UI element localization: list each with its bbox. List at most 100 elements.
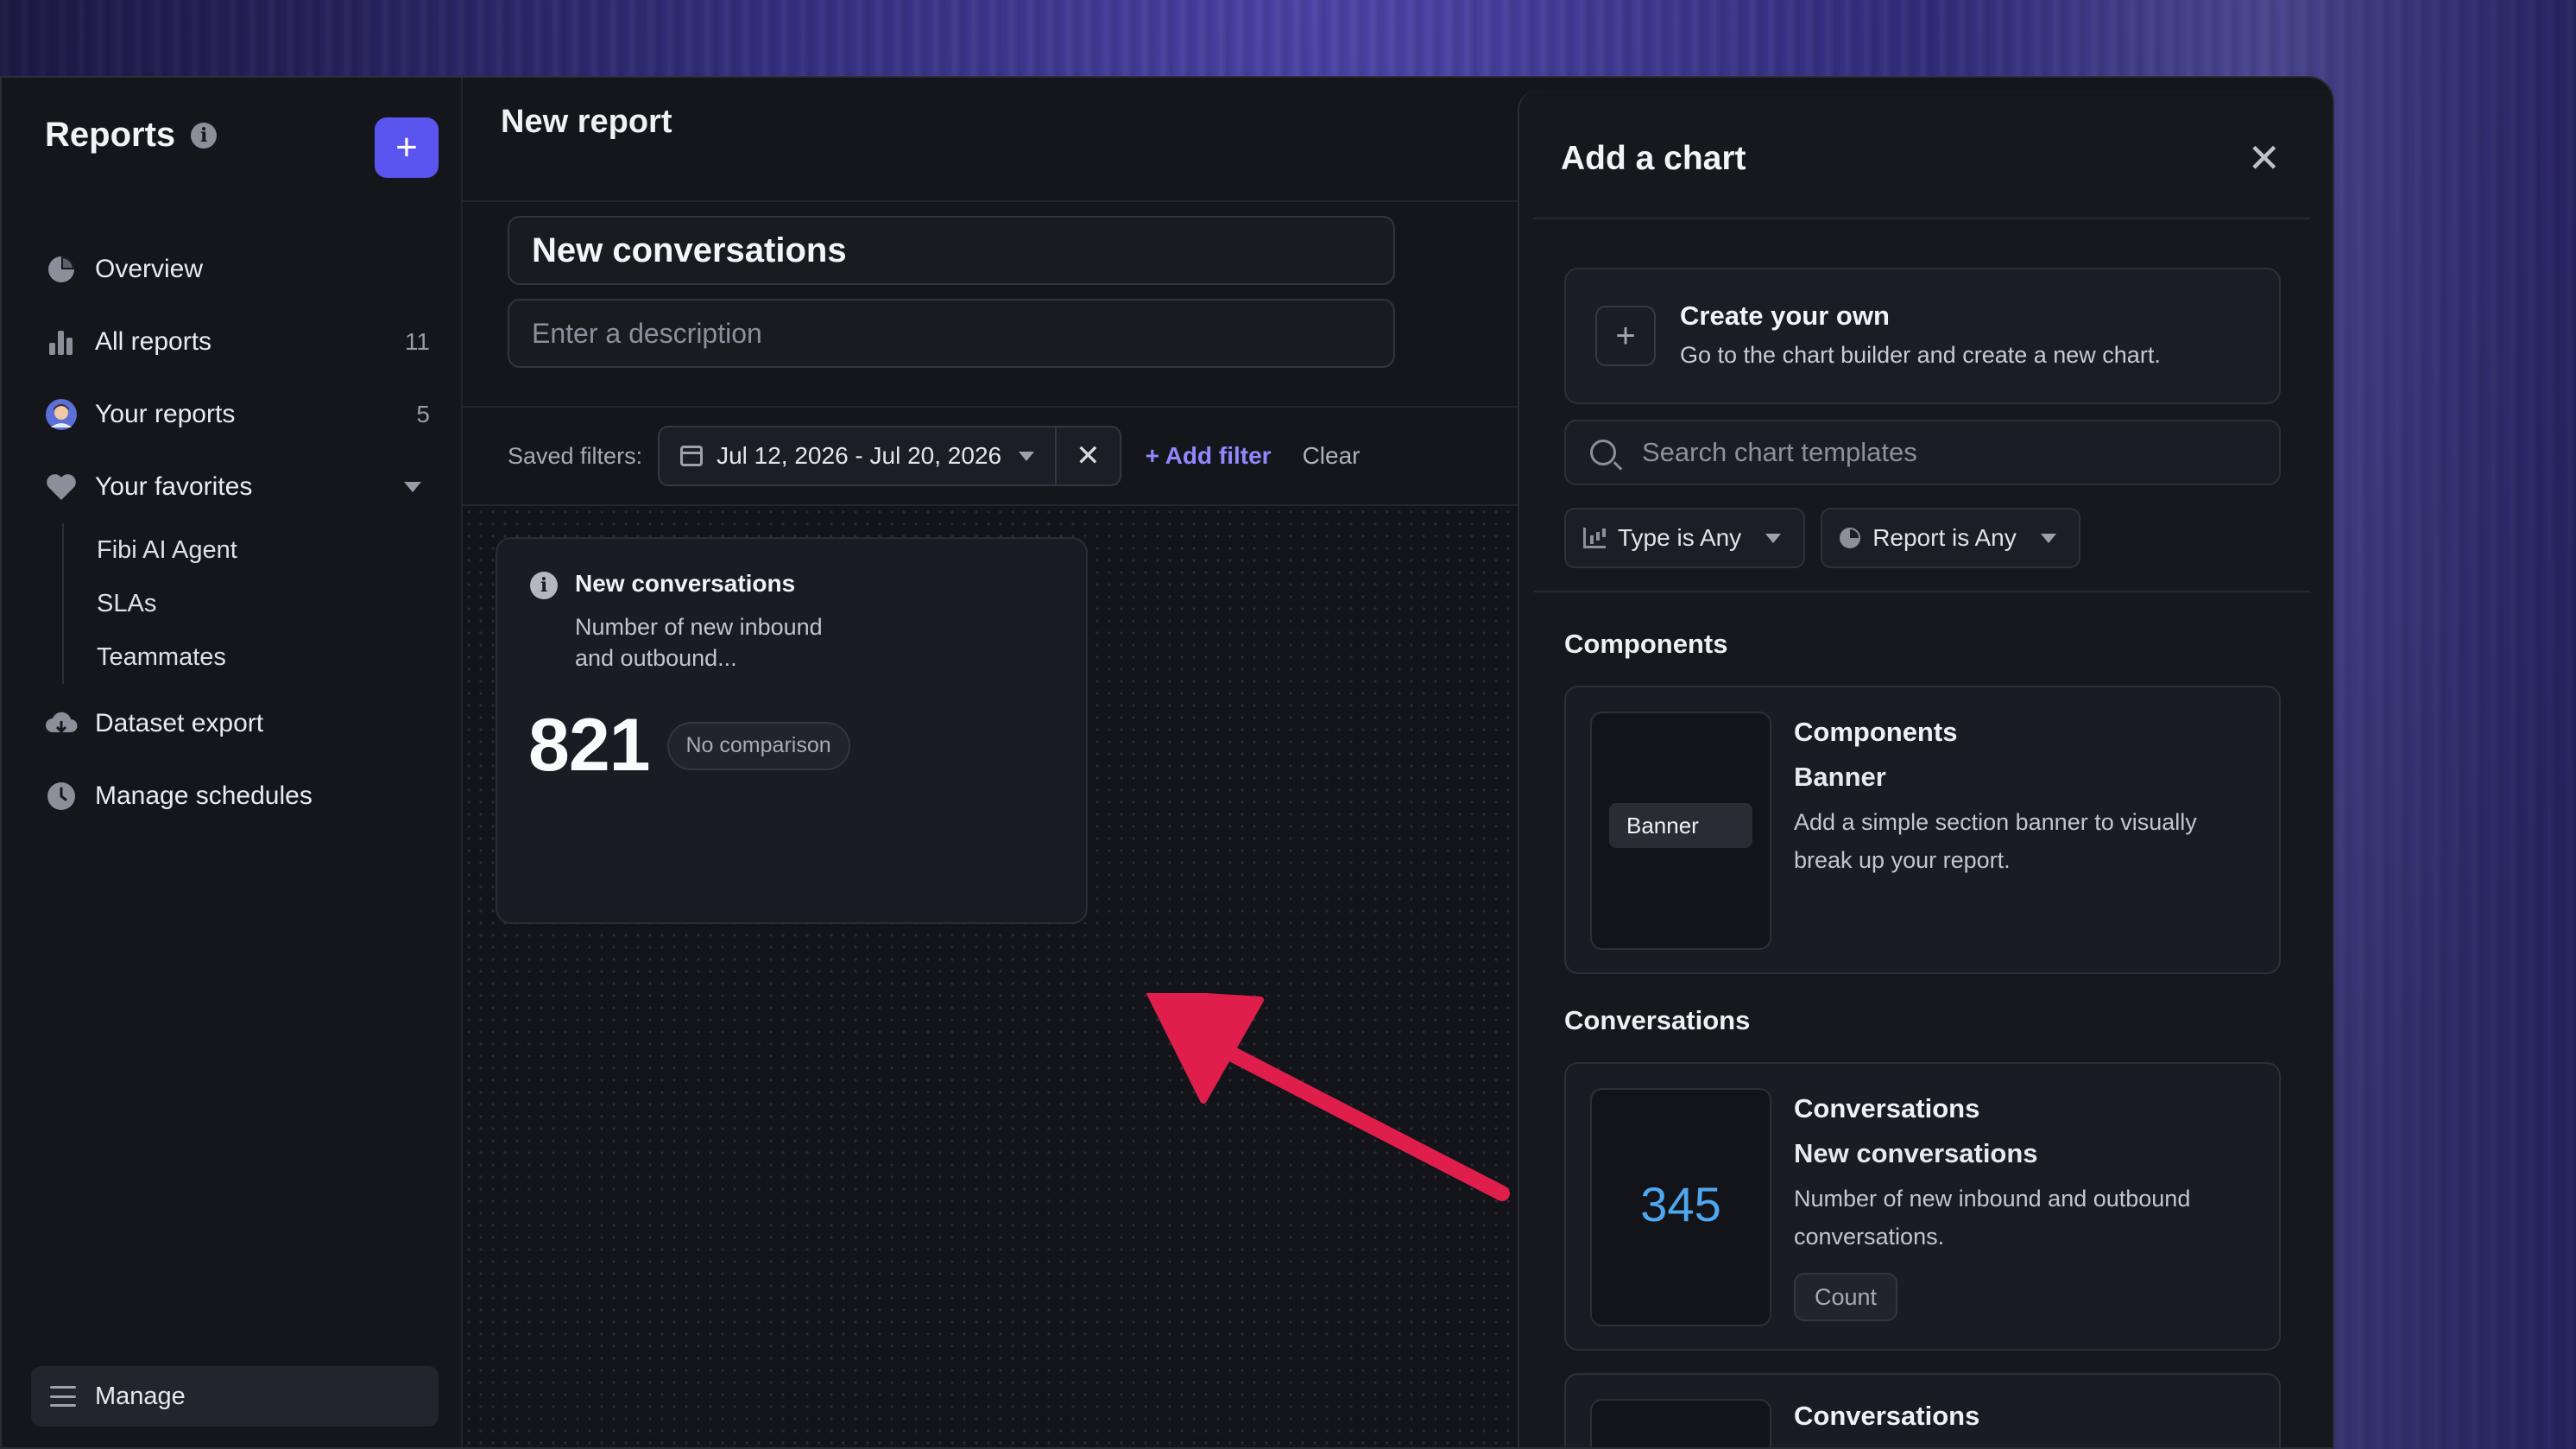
add-chart-panel: Add a chart ✕ + Create your own Go to th…: [1518, 90, 2333, 1447]
card-header: i New conversations Number of new inboun…: [530, 570, 860, 674]
template-description: Number of new inbound and outbound conve…: [1794, 1186, 2191, 1250]
section-title-conversations: Conversations: [1564, 1005, 1751, 1035]
sidebar-item-label: Overview: [95, 255, 204, 283]
date-range-picker[interactable]: Jul 12, 2026 - Jul 20, 2026: [660, 427, 1055, 484]
template-thumbnail: Banner: [1590, 712, 1771, 950]
template-category: Components: [1794, 717, 1958, 747]
report-count: 11: [404, 328, 430, 355]
sidebar-header: Reports i: [45, 116, 218, 155]
report-filter-dropdown[interactable]: Report is Any: [1821, 508, 2080, 568]
sidebar-item-dataset-export[interactable]: Dataset export: [45, 687, 430, 760]
search-icon: [1590, 440, 1616, 465]
search-placeholder: Search chart templates: [1642, 437, 1917, 467]
close-icon: ✕: [1076, 440, 1101, 472]
chevron-down-icon[interactable]: [404, 482, 421, 492]
info-icon[interactable]: i: [530, 572, 558, 599]
template-category: Conversations: [1794, 1401, 1980, 1431]
divider: [1533, 591, 2310, 592]
chevron-down-icon: [2040, 533, 2056, 543]
page-title: New report: [501, 103, 672, 140]
card-title: New conversations: [575, 570, 796, 597]
manage-button[interactable]: Manage: [31, 1366, 439, 1427]
template-name: Banner: [1794, 762, 1886, 792]
sidebar: Reports i + Overview All reports 11 Your…: [2, 78, 463, 1447]
report-canvas: i New conversations Number of new inboun…: [463, 506, 1518, 1447]
sidebar-item-label: Your favorites: [95, 472, 253, 501]
template-filters: Type is Any Report is Any: [1564, 508, 2080, 568]
add-filter-button[interactable]: + Add filter: [1146, 442, 1272, 470]
favorite-item[interactable]: Fibi AI Agent: [97, 523, 430, 577]
type-filter-dropdown[interactable]: Type is Any: [1564, 508, 1806, 568]
template-type-badge: Count: [1794, 1273, 1898, 1321]
metric-value: 821: [528, 704, 650, 787]
sidebar-item-label: Manage schedules: [95, 781, 313, 810]
report-name-input[interactable]: New conversations: [508, 216, 1395, 285]
template-name: New conversations: [1794, 1138, 2038, 1168]
report-filter-label: Report is Any: [1872, 524, 2017, 551]
create-subtitle: Go to the chart builder and create a new…: [1680, 342, 2161, 368]
sidebar-nav: Overview All reports 11 Your reports 5 Y…: [45, 233, 430, 832]
remove-filter-button[interactable]: ✕: [1055, 427, 1120, 484]
bar-chart-icon: [1583, 528, 1606, 548]
info-icon[interactable]: i: [191, 122, 218, 149]
preview-number: 345: [1640, 1177, 1721, 1231]
favorite-item[interactable]: Teammates: [97, 630, 430, 684]
page-header: New report: [463, 78, 1518, 202]
cloud-download-icon: [45, 707, 78, 740]
panel-header: Add a chart ✕: [1533, 90, 2310, 219]
heart-icon: [45, 471, 78, 503]
template-card-new-conversations[interactable]: 345 Conversations New conversations Numb…: [1564, 1062, 2281, 1351]
template-description: Add a simple section banner to visually …: [1794, 809, 2197, 873]
comparison-badge: No comparison: [666, 721, 850, 770]
sidebar-item-overview[interactable]: Overview: [45, 233, 430, 306]
plus-icon: +: [1595, 306, 1656, 366]
new-report-button[interactable]: +: [375, 117, 439, 178]
type-filter-label: Type is Any: [1618, 524, 1742, 551]
list-icon: [50, 1386, 76, 1407]
clear-filters-button[interactable]: Clear: [1303, 442, 1361, 470]
date-range-filter[interactable]: Jul 12, 2026 - Jul 20, 2026 ✕: [658, 426, 1121, 486]
panel-title: Add a chart: [1561, 140, 1746, 177]
sidebar-item-label: All reports: [95, 327, 212, 356]
pie-chart-icon: [1840, 528, 1861, 548]
report-count: 5: [416, 401, 430, 427]
sidebar-title: Reports: [45, 116, 176, 154]
close-icon[interactable]: ✕: [2247, 135, 2281, 181]
report-fields: New conversations Enter a description: [463, 202, 1518, 408]
search-input[interactable]: Search chart templates: [1564, 420, 2281, 485]
template-thumbnail: [1590, 1399, 1771, 1447]
chevron-down-icon: [1019, 451, 1035, 461]
banner-preview: Banner: [1609, 803, 1752, 848]
sidebar-item-manage-schedules[interactable]: Manage schedules: [45, 760, 430, 832]
clock-icon: [45, 780, 78, 813]
sidebar-item-label: Dataset export: [95, 709, 264, 737]
card-value-row: 821 No comparison: [528, 703, 850, 788]
card-description: Number of new inbound and outbound...: [575, 614, 823, 671]
avatar: [45, 398, 78, 431]
favorite-item[interactable]: SLAs: [97, 577, 430, 630]
pie-chart-icon: [45, 253, 78, 286]
sidebar-item-your-favorites[interactable]: Your favorites: [45, 451, 430, 523]
chevron-down-icon: [1765, 533, 1782, 543]
annotation-arrow: [1146, 993, 1510, 1201]
template-card[interactable]: Conversations: [1564, 1373, 2281, 1447]
favorites-list: Fibi AI Agent SLAs Teammates: [62, 523, 430, 684]
report-editor: New report New conversations Enter a des…: [463, 78, 1518, 1447]
calendar-icon: [680, 446, 704, 466]
section-title-components: Components: [1564, 629, 1728, 659]
template-card-banner[interactable]: Banner Components Banner Add a simple se…: [1564, 686, 2281, 974]
metric-card[interactable]: i New conversations Number of new inboun…: [496, 537, 1088, 924]
sidebar-item-your-reports[interactable]: Your reports 5: [45, 378, 430, 451]
manage-label: Manage: [95, 1382, 186, 1410]
template-thumbnail: 345: [1590, 1088, 1771, 1326]
create-title: Create your own: [1680, 301, 1890, 331]
template-category: Conversations: [1794, 1093, 1980, 1123]
app-window: Reports i + Overview All reports 11 Your…: [0, 76, 2334, 1449]
filter-bar: Saved filters: Jul 12, 2026 - Jul 20, 20…: [463, 408, 1518, 506]
saved-filters-label: Saved filters:: [508, 442, 643, 469]
sidebar-item-label: Your reports: [95, 400, 236, 428]
sidebar-item-all-reports[interactable]: All reports 11: [45, 306, 430, 378]
create-your-own-card[interactable]: + Create your own Go to the chart builde…: [1564, 268, 2281, 404]
description-input[interactable]: Enter a description: [508, 299, 1395, 368]
date-range-value: Jul 12, 2026 - Jul 20, 2026: [717, 442, 1002, 469]
